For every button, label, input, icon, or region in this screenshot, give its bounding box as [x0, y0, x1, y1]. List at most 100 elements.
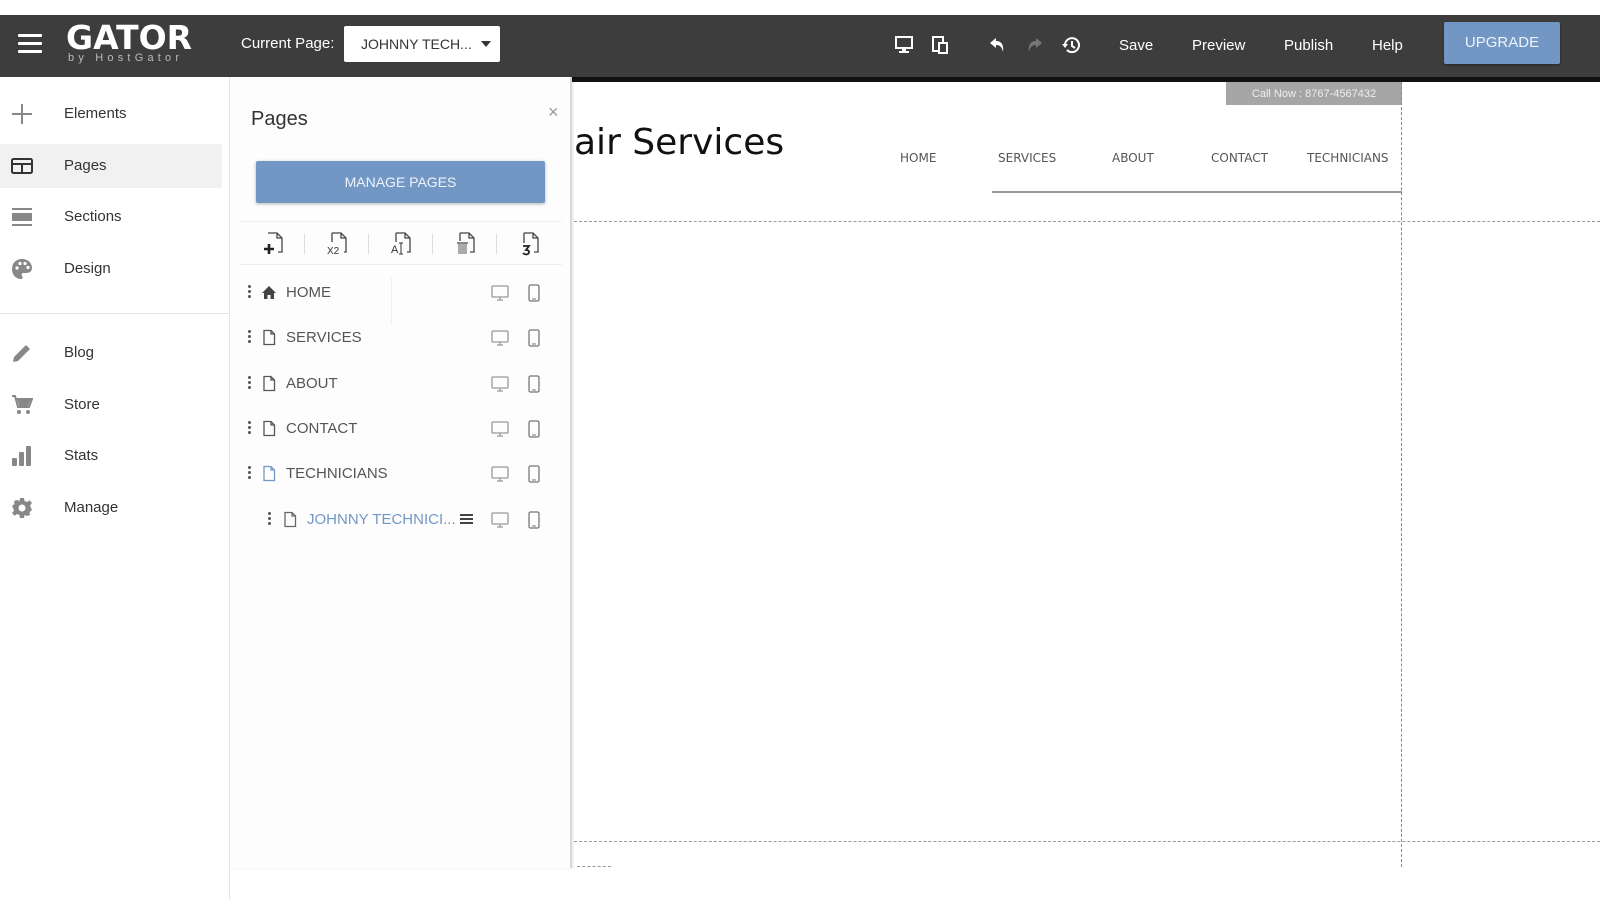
- page-list-item-about[interactable]: ABOUT: [240, 364, 562, 404]
- desktop-visibility-icon[interactable]: [491, 330, 509, 347]
- sidebar-item-design[interactable]: Design: [0, 247, 222, 291]
- site-nav-technicians[interactable]: TECHNICIANS: [1307, 151, 1389, 165]
- site-title[interactable]: air Services: [574, 122, 784, 163]
- sidebar-divider: [0, 313, 230, 314]
- help-button[interactable]: Help: [1372, 37, 1403, 54]
- page-icon: [263, 420, 276, 437]
- sidebar-item-blog[interactable]: Blog: [0, 331, 222, 375]
- pages-panel: Pages × MANAGE PAGES X2 A HOME SERVICES …: [230, 77, 572, 868]
- drag-handle-icon[interactable]: [247, 421, 253, 437]
- drag-handle-icon[interactable]: [247, 376, 253, 392]
- restore-page-icon[interactable]: [514, 228, 544, 258]
- page-tools-toolbar: X2 A: [240, 221, 562, 265]
- page-list-item-services[interactable]: SERVICES: [240, 318, 562, 358]
- page-settings-menu-icon[interactable]: [460, 514, 473, 525]
- page-list-item-contact[interactable]: CONTACT: [240, 409, 562, 449]
- logo-subtext: by HostGator: [68, 52, 184, 64]
- plus-icon: [12, 104, 32, 124]
- tablet-mobile-view-icon[interactable]: [929, 34, 951, 56]
- mobile-visibility-icon[interactable]: [528, 420, 540, 438]
- page-icon: [263, 329, 276, 346]
- sidebar-item-label: Stats: [64, 447, 99, 464]
- upgrade-button[interactable]: UPGRADE: [1444, 22, 1560, 64]
- page-label: TECHNICIANS: [286, 465, 388, 482]
- sidebar-item-sections[interactable]: Sections: [0, 195, 222, 239]
- desktop-visibility-icon[interactable]: [491, 466, 509, 483]
- sidebar-item-label: Design: [64, 260, 111, 277]
- drag-handle-icon[interactable]: [247, 330, 253, 346]
- chevron-down-icon: [481, 41, 491, 47]
- page-list-item-home[interactable]: HOME: [240, 273, 562, 313]
- publish-button[interactable]: Publish: [1284, 37, 1333, 54]
- site-canvas[interactable]: Call Now : 8767-4567432 air Services HOM…: [574, 82, 1600, 867]
- site-nav-contact[interactable]: CONTACT: [1211, 151, 1268, 165]
- page-icon: [263, 375, 276, 392]
- page-list-item-johnny-technician[interactable]: JOHNNY TECHNICI...: [240, 500, 562, 540]
- sidebar-item-label: Pages: [64, 157, 107, 174]
- mobile-visibility-icon[interactable]: [528, 375, 540, 393]
- site-nav-home[interactable]: HOME: [900, 151, 936, 165]
- current-page-value: JOHNNY TECH...: [361, 36, 472, 52]
- rename-page-icon[interactable]: A: [386, 228, 416, 258]
- drag-handle-icon[interactable]: [247, 466, 253, 482]
- logo-text: GATOR: [66, 18, 193, 57]
- desktop-visibility-icon[interactable]: [491, 512, 509, 529]
- sidebar-item-manage[interactable]: Manage: [0, 486, 222, 530]
- section-guide-line: [577, 866, 611, 867]
- page-icon: [263, 465, 276, 482]
- container-guide-line: [1401, 82, 1402, 867]
- mobile-visibility-icon[interactable]: [528, 511, 540, 529]
- drag-handle-icon[interactable]: [267, 512, 273, 528]
- panel-title: Pages: [251, 108, 308, 130]
- current-page-select[interactable]: JOHNNY TECH...: [344, 26, 500, 62]
- sidebar-item-label: Sections: [64, 208, 122, 225]
- add-page-icon[interactable]: [258, 228, 288, 258]
- sidebar-item-store[interactable]: Store: [0, 383, 222, 427]
- cart-icon: [12, 395, 33, 414]
- mobile-visibility-icon[interactable]: [528, 329, 540, 347]
- save-button[interactable]: Save: [1119, 37, 1153, 54]
- duplicate-tool-text: X2: [327, 246, 340, 257]
- home-icon: [262, 286, 276, 299]
- desktop-visibility-icon[interactable]: [491, 376, 509, 393]
- section-guide-line: [574, 841, 1600, 842]
- toolbar-separator: [496, 234, 497, 254]
- close-icon[interactable]: ×: [548, 102, 559, 123]
- redo-icon[interactable]: [1023, 34, 1045, 56]
- history-icon[interactable]: [1060, 34, 1082, 56]
- gear-icon: [12, 498, 32, 518]
- sidebar-item-stats[interactable]: Stats: [0, 434, 222, 478]
- menu-icon[interactable]: [18, 34, 42, 54]
- current-page-label: Current Page:: [241, 35, 335, 52]
- drag-handle-icon[interactable]: [247, 285, 253, 301]
- manage-pages-button[interactable]: MANAGE PAGES: [256, 161, 545, 203]
- desktop-visibility-icon[interactable]: [491, 285, 509, 302]
- toolbar-separator: [368, 234, 369, 254]
- sidebar-item-label: Store: [64, 396, 100, 413]
- sidebar-item-label: Elements: [64, 105, 127, 122]
- rename-tool-text: A: [391, 244, 399, 256]
- logo[interactable]: GATOR by HostGator: [66, 18, 193, 65]
- duplicate-page-icon[interactable]: X2: [322, 228, 352, 258]
- window-top-strip: [0, 0, 1600, 15]
- mobile-visibility-icon[interactable]: [528, 465, 540, 483]
- top-bar: GATOR by HostGator Current Page: JOHNNY …: [0, 15, 1600, 77]
- delete-page-icon[interactable]: [450, 228, 480, 258]
- page-list-item-technicians[interactable]: TECHNICIANS: [240, 454, 562, 494]
- preview-button[interactable]: Preview: [1192, 37, 1245, 54]
- pages-icon: [11, 158, 33, 174]
- row-divider: [391, 277, 392, 325]
- call-now-banner[interactable]: Call Now : 8767-4567432: [1226, 82, 1402, 105]
- desktop-visibility-icon[interactable]: [491, 421, 509, 438]
- sidebar-item-label: Blog: [64, 344, 95, 361]
- sidebar-item-elements[interactable]: Elements: [0, 92, 222, 136]
- desktop-view-icon[interactable]: [893, 34, 915, 56]
- bar-chart-icon: [12, 446, 31, 466]
- site-nav-about[interactable]: ABOUT: [1112, 151, 1154, 165]
- toolbar-separator: [304, 234, 305, 254]
- undo-icon[interactable]: [987, 34, 1009, 56]
- mobile-visibility-icon[interactable]: [528, 284, 540, 302]
- sidebar-item-pages[interactable]: Pages: [0, 144, 222, 188]
- page-icon: [284, 511, 297, 528]
- site-nav-services[interactable]: SERVICES: [998, 151, 1056, 165]
